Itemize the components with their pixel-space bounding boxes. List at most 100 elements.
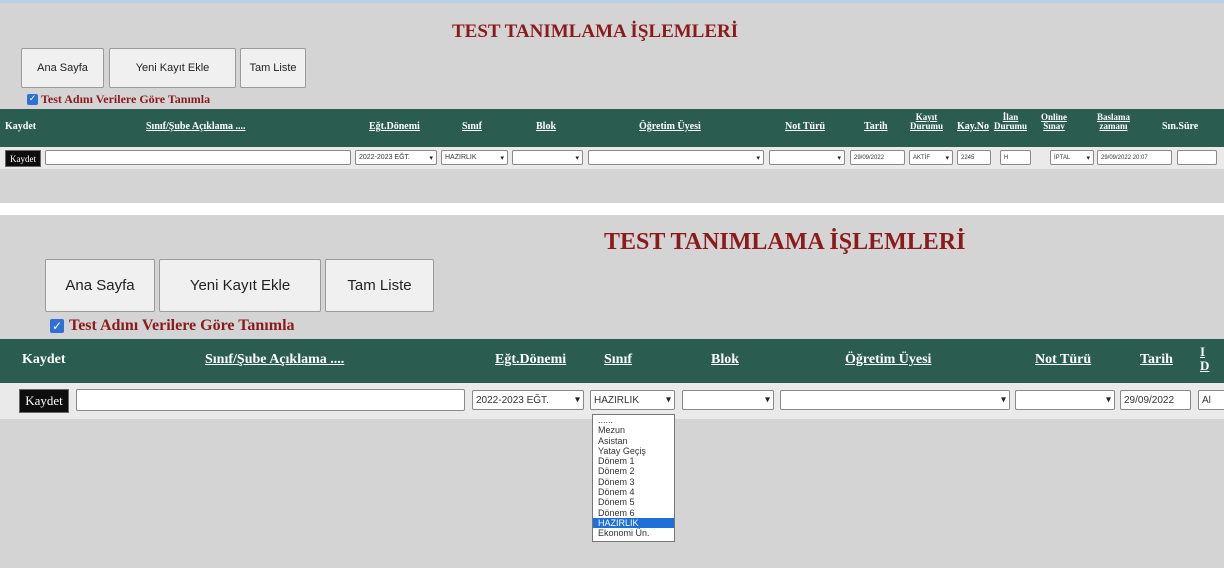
col-kaydet: Kaydet [22,352,66,367]
sinif-option[interactable]: Ekonomi Ün. [593,528,674,538]
col-egt-donemi[interactable]: Eğt.Dönemi [495,352,566,368]
sinif-select[interactable]: HAZIRLIK ▾ [441,150,508,165]
full-list-button[interactable]: Tam Liste [325,259,434,312]
online-sinav-select[interactable]: İPTAL ▾ [1050,150,1094,165]
col-kayit-partial-line1: I [1200,344,1206,359]
col-tarih[interactable]: Tarih [864,121,888,133]
egt-donemi-value: 2022-2023 EĞT. [359,154,410,161]
col-baslama-zamani[interactable]: Baslama zamanı [1097,112,1130,132]
egt-donemi-value: 2022-2023 EĞT. [476,394,549,406]
col-egt-donemi[interactable]: Eğt.Dönemi [369,121,420,133]
col-not-turu[interactable]: Not Türü [785,121,825,133]
not-turu-select[interactable]: ▾ [769,150,845,165]
ogretim-uyesi-select[interactable]: ▾ [780,390,1010,410]
chevron-down-icon: ▾ [575,153,579,162]
col-kayit-durumu-line2: Durumu [910,121,944,132]
sinif-value: HAZIRLIK [594,394,640,406]
col-baslama-zamani-line2: zamanı [1099,121,1128,132]
col-sinif-sube[interactable]: Sınıf/Şube Açıklama .... [205,352,344,368]
col-kayit-durumu-partial[interactable]: I D [1200,345,1209,372]
col-ogretim-uyesi[interactable]: Öğretim Üyesi [639,121,701,133]
col-blok[interactable]: Blok [711,352,739,368]
small-screenshot-panel: TEST TANIMLAMA İŞLEMLERİ Ana Sayfa Yeni … [0,0,1224,203]
sinif-sube-input[interactable] [45,150,351,165]
kaydet-row-button[interactable]: Kaydet [19,389,69,413]
page-title-zoomed: TEST TANIMLAMA İŞLEMLERİ [604,229,966,255]
sin-suresi-input[interactable] [1177,150,1217,165]
kay-no-input[interactable]: 2245 [957,150,991,165]
col-sinif[interactable]: Sınıf [462,121,482,133]
col-kayit-durumu[interactable]: Kayıt Durumu [910,112,944,132]
sinif-value: HAZIRLIK [445,154,477,161]
kaydet-row-button[interactable]: Kaydet [5,150,41,167]
tarih-input[interactable]: 29/09/2022 [850,150,905,165]
sinif-option[interactable]: Asistan [593,436,674,446]
checkbox-label: Test Adını Verilere Göre Tanımla [69,317,295,334]
sinif-option[interactable]: Mezun [593,425,674,435]
col-kaydet: Kaydet [5,121,37,132]
chevron-down-icon: ▾ [1086,153,1090,162]
col-ilan-durumu-line2: Durumu [994,121,1028,132]
egt-donemi-select[interactable]: 2022-2023 EĞT. ▾ [472,390,584,410]
col-ilan-durumu[interactable]: İlan Durumu [994,112,1028,132]
tarih-input[interactable]: 29/09/2022 [1120,390,1191,410]
zoomed-screenshot-panel: TEST TANIMLAMA İŞLEMLERİ Ana Sayfa Yeni … [0,215,1224,568]
blok-select[interactable]: ▾ [682,390,774,410]
checkmark-icon: ✓ [27,94,38,105]
sinif-dropdown-list[interactable]: ...... Mezun Asistan Yatay Geçiş Dönem 1 Döne… [592,414,675,542]
chevron-down-icon: ▾ [945,153,949,162]
col-kayit-partial-line2: D [1200,357,1210,373]
page-title: TEST TANIMLAMA İŞLEMLERİ [452,21,739,42]
new-record-button[interactable]: Yeni Kayıt Ekle [159,259,321,312]
sinif-option[interactable]: Dönem 1 [593,456,674,466]
chevron-down-icon: ▾ [756,153,760,162]
sinif-option[interactable]: Dönem 5 [593,497,674,507]
col-tarih[interactable]: Tarih [1140,352,1173,368]
blok-select[interactable]: ▾ [512,150,583,165]
col-not-turu[interactable]: Not Türü [1035,352,1091,368]
sinif-option[interactable]: Dönem 6 [593,508,674,518]
sinif-option[interactable]: Dönem 4 [593,487,674,497]
ilan-durumu-input[interactable]: H [1000,150,1031,165]
col-blok[interactable]: Blok [536,121,556,133]
sinif-option[interactable]: ...... [593,415,674,425]
chevron-down-icon: ▾ [1105,394,1111,406]
kayit-durumu-select[interactable]: AKTİF ▾ [909,150,953,165]
sinif-option[interactable]: Dönem 2 [593,466,674,476]
col-online-sinav[interactable]: Online Sınav [1041,112,1067,132]
define-test-checkbox[interactable]: ✓ Test Adını Verilere Göre Tanımla [27,92,210,107]
sinif-select[interactable]: HAZIRLIK ▾ [590,390,675,410]
new-record-button[interactable]: Yeni Kayıt Ekle [109,48,236,88]
chevron-down-icon: ▾ [500,153,504,162]
chevron-down-icon: ▾ [665,394,671,406]
sinif-option[interactable]: HAZIRLIK [593,517,674,529]
chevron-down-icon: ▾ [429,153,433,162]
home-button[interactable]: Ana Sayfa [21,48,104,88]
ogretim-uyesi-select[interactable]: ▾ [588,150,764,165]
home-button[interactable]: Ana Sayfa [45,259,155,312]
chevron-down-icon: ▾ [574,394,580,406]
kayit-durumu-value: AKTİF [913,154,931,161]
kayit-durumu-select-partial[interactable]: Al [1198,390,1224,410]
col-sinif[interactable]: Sınıf [604,352,632,368]
chevron-down-icon: ▾ [764,394,770,406]
define-test-checkbox[interactable]: ✓ Test Adını Verilere Göre Tanımla [50,317,295,335]
col-sinif-sube[interactable]: Sınıf/Şube Açıklama .... [146,121,245,133]
col-online-sinav-line2: Sınav [1043,121,1065,132]
sinif-option[interactable]: Yatay Geçiş [593,446,674,456]
table-row: Kaydet 2022-2023 EĞT. ▾ HAZIRLIK ▾ ▾ ▾ ▾… [0,147,1224,169]
chevron-down-icon: ▾ [1000,394,1006,406]
col-sin-suresi: Sın.Süre [1162,121,1199,132]
table-header-bar: Kaydet Sınıf/Şube Açıklama .... Eğt.Döne… [0,109,1224,147]
not-turu-select[interactable]: ▾ [1015,390,1115,410]
full-list-button[interactable]: Tam Liste [240,48,306,88]
sinif-option[interactable]: Dönem 3 [593,477,674,487]
egt-donemi-select[interactable]: 2022-2023 EĞT. ▾ [355,150,437,165]
sinif-sube-input[interactable] [76,389,465,411]
table-header-bar: Kaydet Sınıf/Şube Açıklama .... Eğt.Döne… [0,339,1224,383]
chevron-down-icon: ▾ [837,153,841,162]
baslama-zamani-input[interactable]: 29/09/2022 20:07 [1097,150,1172,165]
checkmark-icon: ✓ [50,319,64,333]
col-ogretim-uyesi[interactable]: Öğretim Üyesi [845,352,931,368]
col-kay-no[interactable]: Kay.No [957,121,989,133]
